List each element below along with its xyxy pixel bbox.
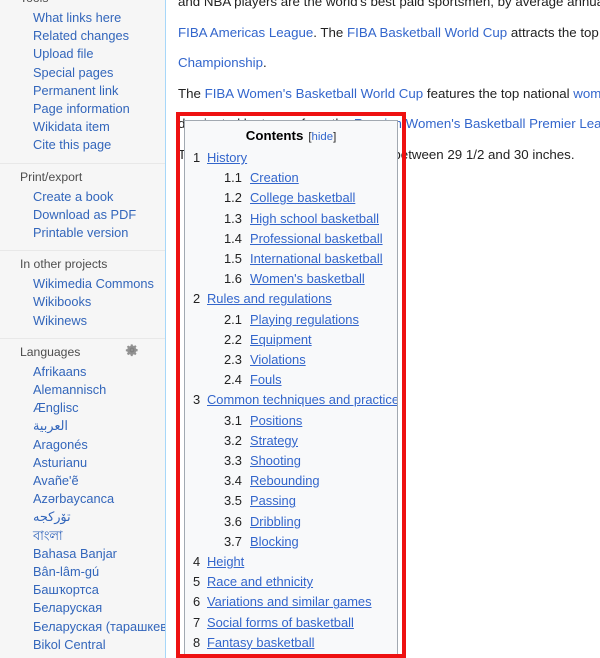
sidebar-item-label[interactable]: Permanent link (0, 82, 165, 100)
sidebar-item-label[interactable]: Upload file (0, 45, 165, 63)
article-text: features the top national (423, 85, 574, 101)
sidebar-language-item[interactable]: Bân-lâm-gú (0, 563, 165, 581)
sidebar-item-label[interactable]: Башҡортса (0, 581, 165, 599)
sidebar-item[interactable]: Permanent link (0, 82, 165, 100)
sidebar-language-item[interactable]: Aragonés (0, 436, 165, 454)
sidebar-portal-tools: Tools What links hereRelated changesUploa… (0, 0, 165, 159)
sidebar-item-label[interactable]: Printable version (0, 224, 165, 242)
sidebar-language-item[interactable]: Беларуская (0, 599, 165, 617)
sidebar-language-item[interactable]: Български (0, 654, 165, 658)
sidebar-item-label[interactable]: Bân-lâm-gú (0, 563, 165, 581)
sidebar-item-label[interactable]: Avañe'ẽ (0, 472, 165, 490)
red-highlight-box (176, 112, 406, 658)
sidebar-list-print-export: Create a book Download as PDF Printable ve… (0, 188, 165, 247)
sidebar-item-label[interactable]: Afrikaans (0, 363, 165, 381)
sidebar-list-languages: Afrikaans Alemannisch Ænglisc العربية Aragon… (0, 363, 165, 658)
sidebar-item[interactable]: Wikibooks (0, 293, 165, 311)
sidebar-item[interactable]: Wikinews (0, 312, 165, 330)
sidebar-item-label[interactable]: العربية (0, 417, 165, 435)
sidebar-item[interactable]: Related changes (0, 27, 165, 45)
sidebar-heading-label: Languages (20, 344, 81, 359)
sidebar-item-label[interactable]: Related changes (0, 27, 165, 45)
sidebar-item[interactable]: Page information (0, 100, 165, 118)
paragraph: The FIBA Women's Basketball World Cup fe… (166, 84, 600, 105)
sidebar-item-label[interactable]: Wikinews (0, 312, 165, 330)
sidebar-language-item[interactable]: Avañe'ẽ (0, 472, 165, 490)
sidebar-item-label[interactable]: বাংলা (0, 527, 165, 545)
sidebar-item-label[interactable]: Page information (0, 100, 165, 118)
sidebar-heading-other-projects: In other projects (0, 250, 165, 275)
sidebar-item-label[interactable]: Bikol Central (0, 636, 165, 654)
sidebar-item-label[interactable]: Alemannisch (0, 381, 165, 399)
sidebar-heading-label: Print/export (20, 169, 83, 184)
sidebar-list-tools: What links here Related changes Upload fil… (0, 9, 165, 159)
sidebar-item-label[interactable]: Беларуская (тарашкевіца) (0, 618, 165, 636)
article-text: . (263, 55, 267, 70)
sidebar-item-label[interactable]: تۆرکجه (0, 508, 165, 526)
sidebar-item-label[interactable]: Wikibooks (0, 293, 165, 311)
paragraph: and NBA players are the world's best pai… (166, 0, 600, 13)
sidebar-item-label[interactable]: Special pages (0, 64, 165, 82)
sidebar-item-label[interactable]: Download as PDF (0, 206, 165, 224)
sidebar-item-label[interactable]: Беларуская (0, 599, 165, 617)
sidebar-item[interactable]: Download as PDF (0, 206, 165, 224)
article-text: attracts the top na (510, 24, 600, 40)
sidebar-language-item[interactable]: Башҡортса (0, 581, 165, 599)
gear-icon[interactable] (125, 343, 139, 357)
sidebar-heading-label: Tools (20, 0, 48, 5)
article-text: . The (313, 24, 348, 40)
sidebar-item-label[interactable]: Aragonés (0, 436, 165, 454)
sidebar-portal-print-export: Print/export Create a book Download as PDF… (0, 162, 165, 247)
article-text: The (178, 85, 205, 101)
sidebar-heading-languages: Languages (0, 337, 165, 363)
sidebar-heading-print-export: Print/export (0, 162, 165, 188)
sidebar-item-label[interactable]: Azərbaycanca (0, 490, 165, 508)
article-link[interactable]: FIBA Women's Basketball World Cup (205, 86, 424, 101)
sidebar-portal-other-projects: In other projects Wikimedia Commons Wikibo… (0, 250, 165, 334)
article-text: and NBA players are the world's best pai… (178, 0, 600, 9)
article-link[interactable]: Championship (178, 55, 263, 70)
sidebar-language-item[interactable]: Alemannisch (0, 381, 165, 399)
sidebar-item-label[interactable]: Bahasa Banjar (0, 545, 165, 563)
sidebar-item-label[interactable]: What links here (0, 9, 165, 27)
sidebar-item[interactable]: Special pages (0, 64, 165, 82)
sidebar-item[interactable]: Upload file (0, 45, 165, 63)
sidebar-item-label[interactable]: Cite this page (0, 136, 165, 154)
sidebar-heading-tools: Tools (0, 0, 165, 9)
sidebar-item[interactable]: Cite this page (0, 136, 165, 154)
sidebar-language-item[interactable]: Bahasa Banjar (0, 545, 165, 563)
sidebar-language-item[interactable]: Afrikaans (0, 363, 165, 381)
sidebar-language-item[interactable]: বাংলা (0, 527, 165, 545)
sidebar: Tools What links hereRelated changesUploa… (0, 0, 166, 658)
sidebar-item-label[interactable]: Wikidata item (0, 118, 165, 136)
sidebar-item-label[interactable]: Wikimedia Commons (0, 275, 165, 293)
sidebar-item[interactable]: What links here (0, 9, 165, 27)
sidebar-language-item[interactable]: Azərbaycanca (0, 490, 165, 508)
paragraph: FIBA Americas League. The FIBA Basketbal… (166, 23, 600, 44)
sidebar-item-label[interactable]: Create a book (0, 188, 165, 206)
sidebar-language-item[interactable]: العربية (0, 417, 165, 435)
article-link[interactable]: FIBA Americas League (178, 25, 313, 40)
sidebar-item[interactable]: Wikimedia Commons (0, 275, 165, 293)
sidebar-language-item[interactable]: Asturianu (0, 454, 165, 472)
sidebar-portal-languages: Languages Afrikaans Alemannisch Ænglisc العر… (0, 337, 165, 658)
sidebar-item[interactable]: Printable version (0, 224, 165, 242)
sidebar-list-other-projects: Wikimedia Commons Wikibooks Wikinews (0, 275, 165, 334)
sidebar-item-label[interactable]: Български (0, 654, 165, 658)
article-link[interactable]: women (573, 86, 600, 101)
sidebar-heading-label: In other projects (20, 257, 108, 272)
sidebar-language-item[interactable]: Беларуская (тарашкевіца) (0, 618, 165, 636)
sidebar-item[interactable]: Create a book (0, 188, 165, 206)
sidebar-item-label[interactable]: Asturianu (0, 454, 165, 472)
paragraph: Championship. (166, 53, 600, 74)
sidebar-language-item[interactable]: Ænglisc (0, 399, 165, 417)
sidebar-language-item[interactable]: Bikol Central (0, 636, 165, 654)
sidebar-language-item[interactable]: تۆرکجه (0, 508, 165, 526)
sidebar-item[interactable]: Wikidata item (0, 118, 165, 136)
article-link[interactable]: FIBA Basketball World Cup (347, 25, 507, 40)
sidebar-item-label[interactable]: Ænglisc (0, 399, 165, 417)
